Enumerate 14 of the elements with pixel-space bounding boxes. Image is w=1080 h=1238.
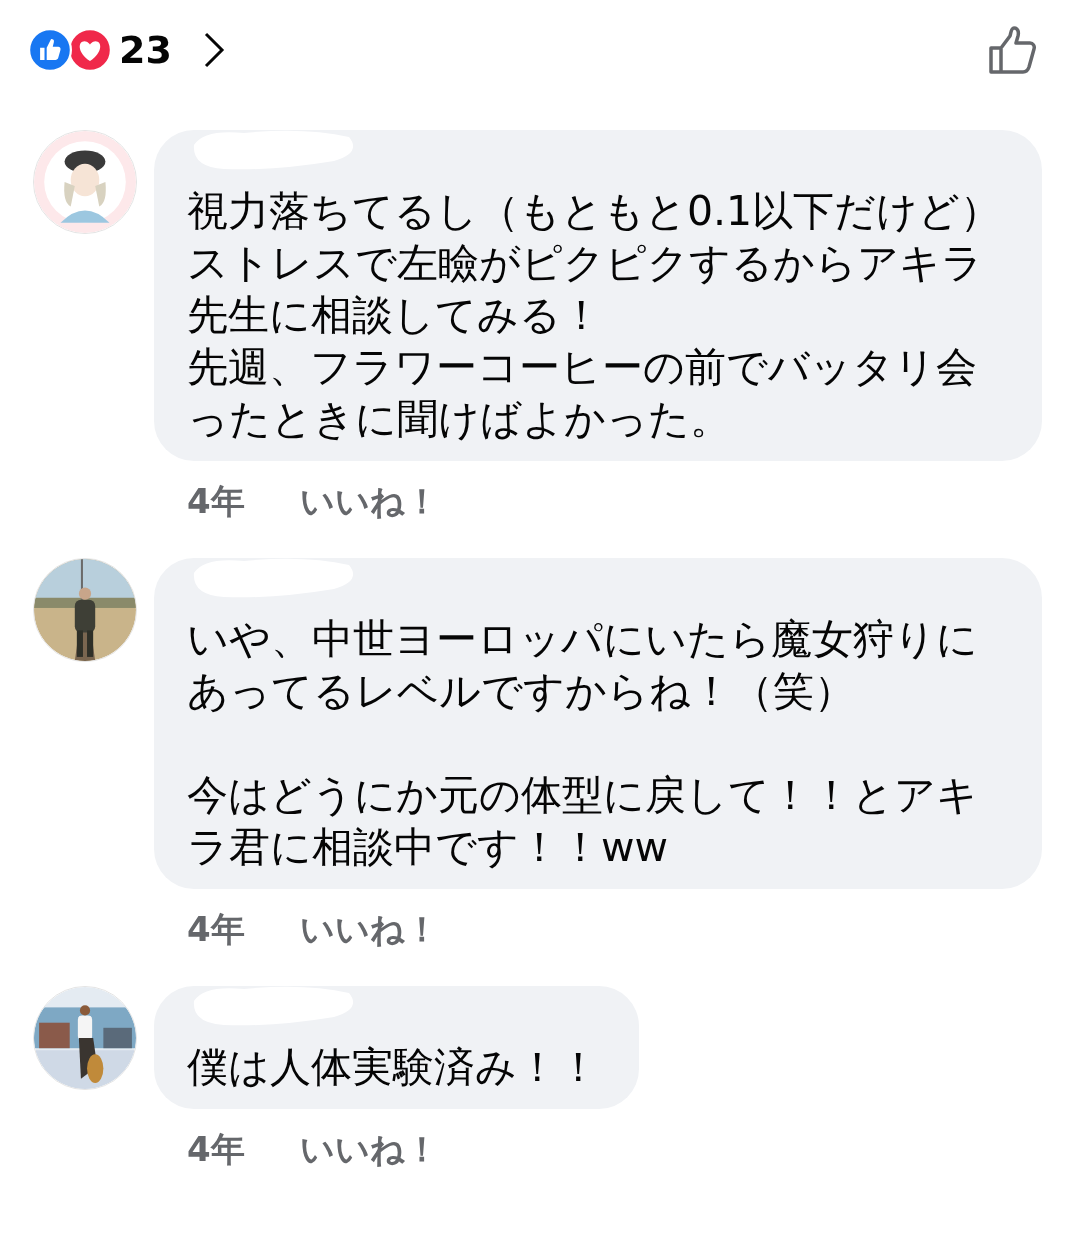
like-link[interactable]: いいね！ <box>299 475 439 527</box>
comment-text: いや、中世ヨーロッパにいたら魔女狩りにあってるレベルですからね！（笑） <box>187 614 979 717</box>
like-link[interactable]: いいね！ <box>299 903 439 955</box>
like-reaction-icon <box>28 28 72 72</box>
like-link[interactable]: いいね！ <box>299 1123 439 1175</box>
comment-text: 僕は人体実験済み！！ <box>187 1042 599 1093</box>
comment-text: 今はどうにか元の体型に戻して！！とアキラ君に相談中です！！ww <box>187 770 979 873</box>
comment-text: 視力落ちてるし（もともと0.1以下だけど）ストレスで左瞼がピクピクするからアキラ先生に相談してみる！ <box>187 186 1002 341</box>
heart-reaction-icon <box>68 28 112 72</box>
comment-time: 4年 <box>187 479 245 523</box>
comment-time: 4年 <box>187 907 245 951</box>
reaction-count[interactable]: 23 <box>119 21 172 79</box>
comment-text: 先週、フラワーコーヒーの前でバッタリ会ったときに聞けばよかった。 <box>187 342 978 445</box>
comment-time: 4年 <box>187 1127 245 1171</box>
